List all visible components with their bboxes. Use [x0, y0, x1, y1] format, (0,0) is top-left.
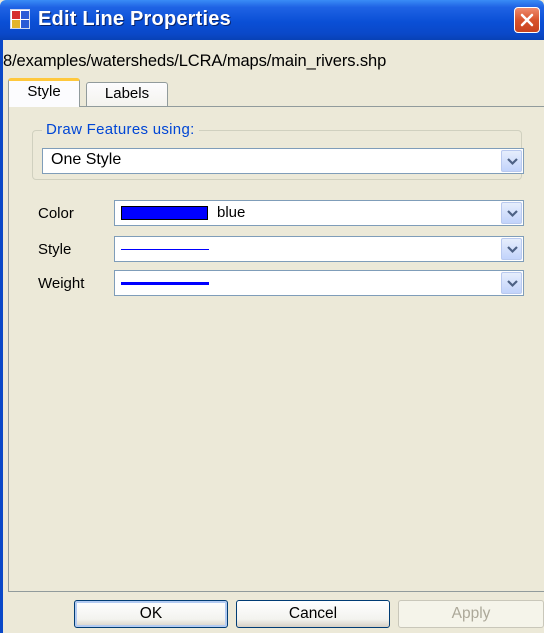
dropdown-button[interactable] [501, 150, 522, 172]
apply-button[interactable]: Apply [398, 600, 544, 628]
chevron-down-icon [507, 210, 518, 218]
line-weight-sample [121, 282, 209, 285]
color-select[interactable]: blue [114, 200, 524, 226]
chevron-down-icon [507, 280, 518, 288]
title-bar[interactable]: Edit Line Properties [0, 0, 544, 40]
weight-label: Weight [38, 275, 85, 292]
dropdown-button[interactable] [501, 238, 522, 260]
file-path: 8/examples/watersheds/LCRA/maps/main_riv… [3, 52, 387, 70]
edit-line-properties-dialog: Edit Line Properties 8/examples/watershe… [0, 0, 544, 633]
ok-button[interactable]: OK [74, 600, 228, 628]
draw-features-select[interactable]: One Style [42, 148, 524, 174]
line-style-sample [121, 249, 209, 250]
close-button[interactable] [514, 7, 540, 33]
draw-features-legend: Draw Features using: [42, 121, 199, 139]
tab-style-label: Style [27, 83, 61, 100]
line-style-select[interactable] [114, 236, 524, 262]
color-swatch [121, 206, 208, 220]
window-title: Edit Line Properties [38, 8, 231, 30]
cancel-button[interactable]: Cancel [236, 600, 390, 628]
cancel-button-label: Cancel [288, 605, 338, 622]
color-value: blue [217, 204, 246, 221]
dropdown-button[interactable] [501, 272, 522, 294]
style-label: Style [38, 241, 72, 258]
tab-style[interactable]: Style [8, 78, 80, 107]
chevron-down-icon [507, 158, 518, 166]
color-label: Color [38, 205, 74, 222]
apply-button-label: Apply [451, 605, 491, 622]
close-icon [520, 13, 534, 27]
dropdown-button[interactable] [501, 202, 522, 224]
tab-labels-label: Labels [104, 85, 150, 102]
chevron-down-icon [507, 246, 518, 254]
window-frame-left [0, 40, 3, 633]
tab-strip: Style Labels [8, 78, 544, 107]
draw-features-value: One Style [51, 151, 122, 168]
app-grid-icon [10, 9, 30, 29]
line-weight-select[interactable] [114, 270, 524, 296]
ok-button-label: OK [139, 605, 163, 622]
tab-labels[interactable]: Labels [86, 82, 168, 106]
